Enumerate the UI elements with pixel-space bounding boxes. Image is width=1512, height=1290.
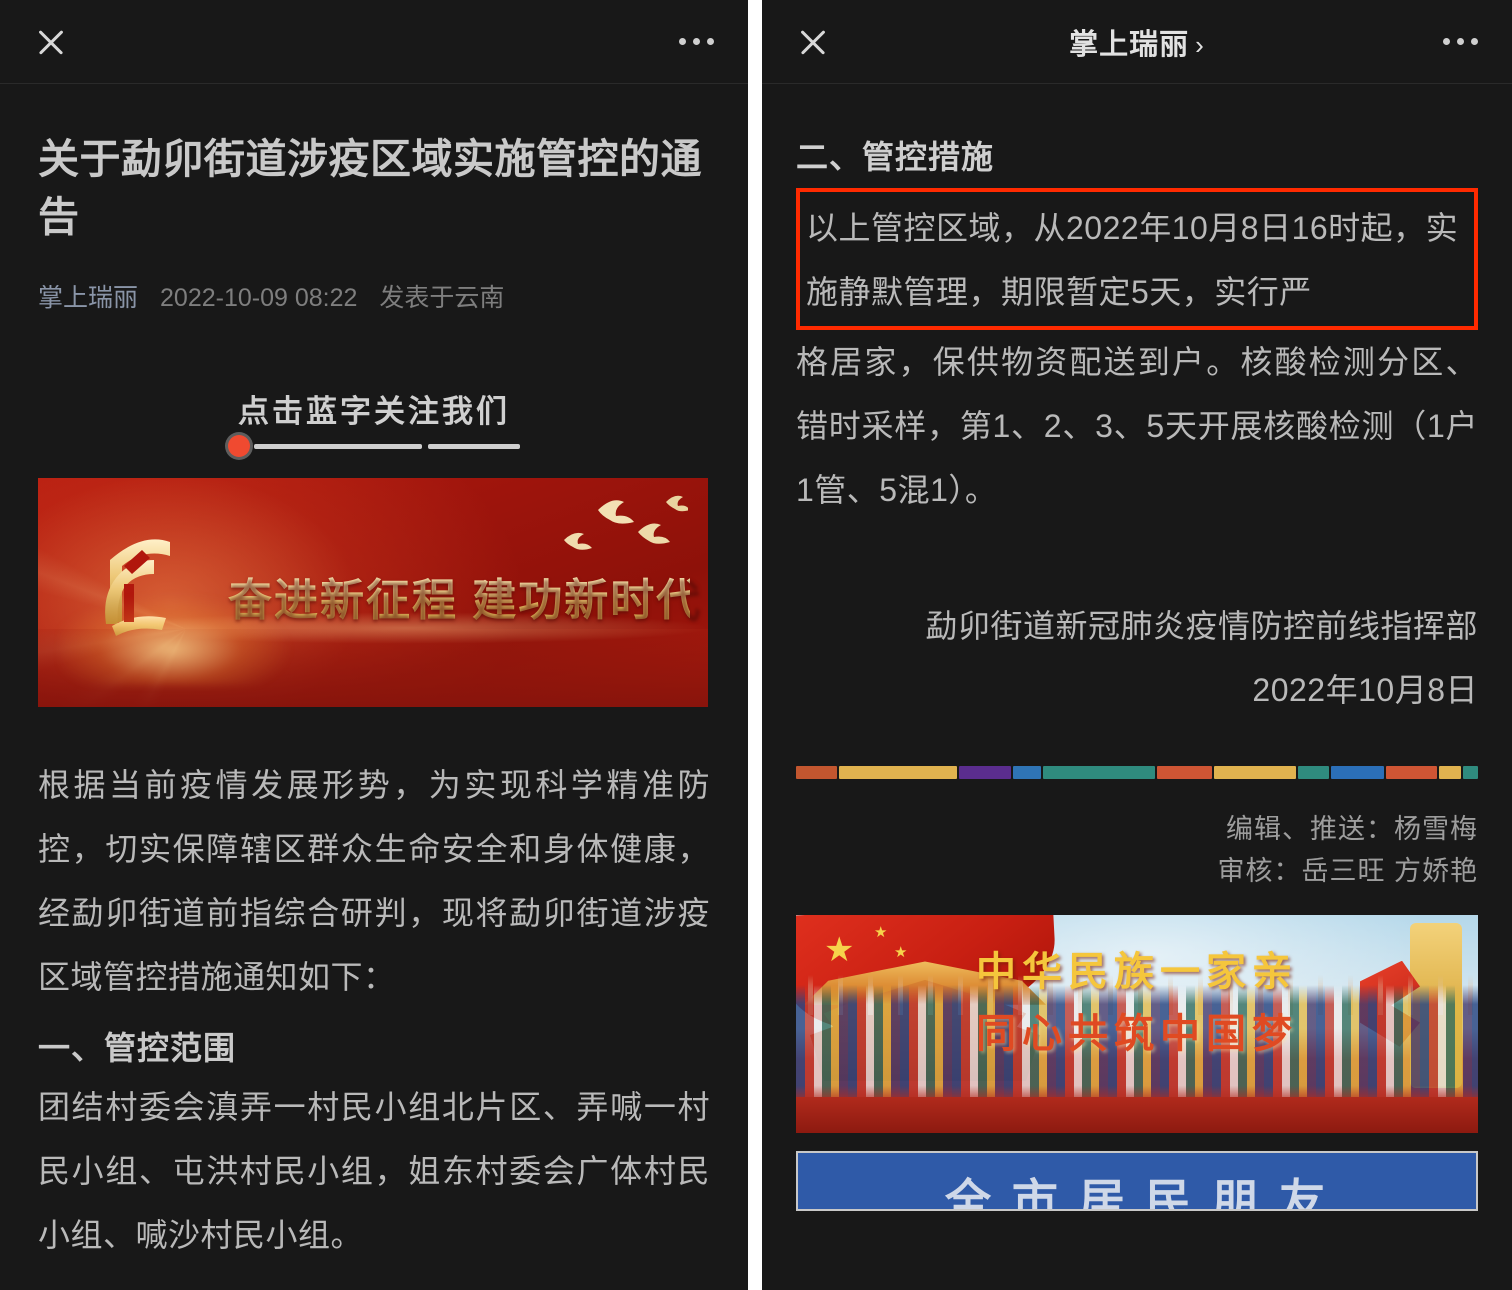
account-title-text: 掌上瑞丽 [1069, 28, 1190, 61]
credits-block: 编辑、推送：杨雪梅 审核：岳三旺 方娇艳 [796, 809, 1478, 893]
section-one-body: 团结村委会滇弄一村民小组北片区、弄喊一村民小组、屯洪村民小组，姐东村委会广体村民… [38, 1089, 710, 1254]
account-title-bar[interactable]: 掌上瑞丽 › [762, 21, 1512, 63]
highlighted-text-box: 以上管控区域，从2022年10月8日16时起，实施静默管理，期限暂定5天，实行严 [796, 188, 1478, 330]
publish-datetime: 2022-10-09 08:22 [160, 284, 358, 313]
divider-segment [1297, 766, 1329, 779]
doves-icon [564, 496, 688, 551]
divider-segment [1463, 766, 1478, 779]
right-article-body: 二、管控措施 以上管控区域，从2022年10月8日16时起，实施静默管理，期限暂… [762, 132, 1512, 1211]
more-options-icon[interactable] [679, 38, 714, 45]
party-slogan-banner-image: 奋进新征程 建功新时代 [38, 478, 708, 708]
rule-segment [254, 444, 422, 450]
article-body: 关于勐卯街道涉疫区域实施管控的通告 掌上瑞丽 2022-10-09 08:22 … [0, 130, 748, 1267]
national-unity-banner-image: ★ ★ ★ ★ ★ 中华民族一家亲 同心共筑中国梦 [796, 914, 1478, 1133]
red-dot-icon [228, 435, 250, 458]
dot [1471, 38, 1478, 45]
follow-callout: 点击蓝字关注我们 [38, 386, 710, 458]
section-heading-one: 一、管控范围 [38, 1030, 237, 1067]
right-article-panel: 掌上瑞丽 › 二、管控措施 以上管控区域，从2022年10月8日16时起，实施静默… [762, 0, 1512, 1290]
chevron-right-icon: › [1195, 29, 1205, 60]
dual-screenshot-container: 关于勐卯街道涉疫区域实施管控的通告 掌上瑞丽 2022-10-09 08:22 … [0, 0, 1512, 1290]
article-paragraph: 根据当前疫情发展形势，为实现科学精准防控，切实保障辖区群众生命安全和身体健康，经… [38, 767, 710, 996]
blue-notice-banner: 全 市 居 民 朋 友 [796, 1150, 1478, 1211]
red-floor-graphic [796, 1096, 1478, 1133]
colored-dashed-divider [796, 766, 1478, 779]
section-two-continued-paragraph: 格居家，保供物资配送到户。核酸检测分区、错时采样，第1、2、3、5天开展核酸检测… [796, 344, 1478, 508]
panel-divider [748, 0, 762, 1290]
dot [693, 38, 700, 45]
divider-segment [1043, 766, 1156, 779]
signature-organization: 勐卯街道新冠肺炎疫情防控前线指挥部 [925, 608, 1478, 644]
credit-editor: 编辑、推送：杨雪梅 [1226, 814, 1478, 844]
divider-segment [1213, 766, 1296, 779]
divider-segment [1012, 766, 1042, 779]
divider-segment [796, 766, 837, 779]
more-options-icon[interactable] [1443, 38, 1478, 45]
section-heading-two: 二、管控措施 [796, 139, 995, 175]
highlighted-paragraph: 以上管控区域，从2022年10月8日16时起，实施静默管理，期限暂定5天，实行严 [806, 210, 1459, 310]
divider-segment [1330, 766, 1384, 779]
article-title: 关于勐卯街道涉疫区域实施管控的通告 [38, 136, 702, 241]
close-icon[interactable] [796, 25, 830, 59]
divider-segment [1157, 766, 1212, 779]
rule-segment [428, 444, 520, 450]
left-topbar [0, 0, 748, 84]
close-icon[interactable] [34, 25, 68, 59]
dot [1443, 38, 1450, 45]
left-article-panel: 关于勐卯街道涉疫区域实施管控的通告 掌上瑞丽 2022-10-09 08:22 … [0, 0, 748, 1290]
dot [679, 38, 686, 45]
signature-block: 勐卯街道新冠肺炎疫情防控前线指挥部 2022年10月8日 [796, 594, 1478, 722]
follow-underline-decoration [228, 435, 520, 458]
divider-segment [958, 766, 1011, 779]
right-topbar: 掌上瑞丽 › [762, 0, 1512, 84]
divider-segment [1385, 766, 1437, 779]
divider-segment [838, 766, 957, 779]
flag-star-icon: ★ [874, 923, 888, 941]
account-name[interactable]: 掌上瑞丽 [38, 278, 138, 314]
article-meta: 掌上瑞丽 2022-10-09 08:22 发表于云南 [38, 278, 710, 314]
banner-slogan-text: 奋进新征程 建功新时代 [228, 564, 700, 628]
divider-segment [1438, 766, 1462, 779]
credit-reviewer: 审核：岳三旺 方娇艳 [1217, 855, 1478, 886]
unity-banner-line-two: 同心共筑中国梦 [976, 1009, 1298, 1057]
signature-date: 2022年10月8日 [1252, 672, 1478, 708]
dot [1457, 38, 1464, 45]
unity-banner-line-one: 中华民族一家亲 [976, 947, 1298, 995]
publish-location: 发表于云南 [379, 284, 505, 313]
follow-cta-text[interactable]: 点击蓝字关注我们 [238, 386, 510, 431]
blue-banner-text: 全 市 居 民 朋 友 [945, 1174, 1329, 1211]
dot [707, 38, 714, 45]
